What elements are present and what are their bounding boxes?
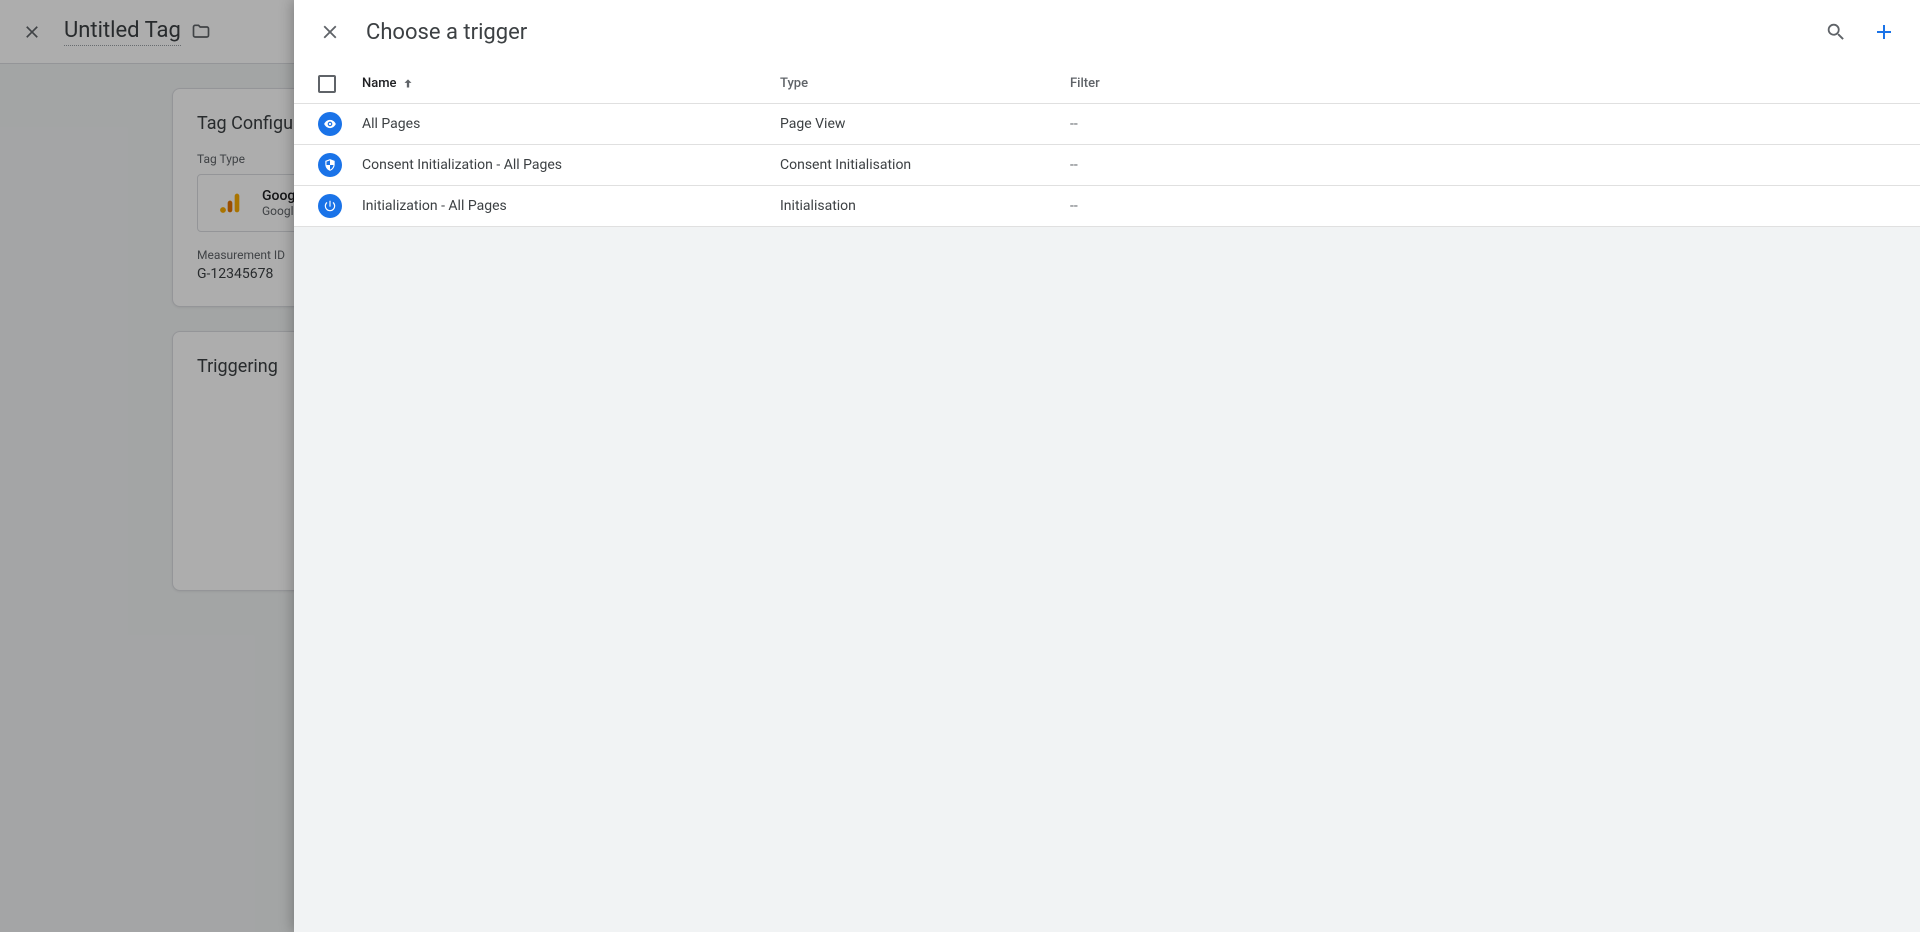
trigger-type: Initialisation <box>780 198 1070 214</box>
column-type[interactable]: Type <box>780 76 1070 91</box>
trigger-name: All Pages <box>362 116 420 132</box>
column-name-label: Name <box>362 76 397 91</box>
trigger-filter: -- <box>1070 157 1896 173</box>
trigger-name: Consent Initialization - All Pages <box>362 157 562 173</box>
table-header: Name Type Filter <box>294 64 1920 104</box>
close-icon[interactable] <box>318 20 342 44</box>
trigger-filter: -- <box>1070 116 1896 132</box>
table-row[interactable]: Consent Initialization - All Pages Conse… <box>294 145 1920 186</box>
add-icon[interactable] <box>1872 20 1896 44</box>
trigger-table: Name Type Filter All Pages Page View -- <box>294 64 1920 227</box>
column-name[interactable]: Name <box>362 76 780 91</box>
table-row[interactable]: All Pages Page View -- <box>294 104 1920 145</box>
panel-empty-area <box>294 227 1920 932</box>
shield-icon <box>318 153 342 177</box>
power-icon <box>318 194 342 218</box>
trigger-name: Initialization - All Pages <box>362 198 507 214</box>
select-all-checkbox[interactable] <box>318 75 336 93</box>
trigger-type: Consent Initialisation <box>780 157 1070 173</box>
choose-trigger-panel: Choose a trigger Name Type Filter <box>294 0 1920 932</box>
eye-icon <box>318 112 342 136</box>
search-icon[interactable] <box>1824 20 1848 44</box>
panel-title: Choose a trigger <box>366 20 527 45</box>
sort-ascending-icon <box>401 77 415 91</box>
trigger-type: Page View <box>780 116 1070 132</box>
column-filter[interactable]: Filter <box>1070 76 1896 91</box>
panel-header: Choose a trigger <box>294 0 1920 64</box>
trigger-filter: -- <box>1070 198 1896 214</box>
table-row[interactable]: Initialization - All Pages Initialisatio… <box>294 186 1920 227</box>
